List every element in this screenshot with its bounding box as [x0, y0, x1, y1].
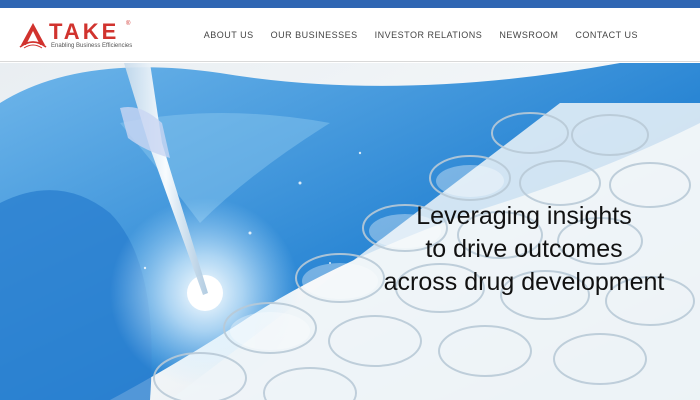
logo-wordmark: TAKE — [49, 19, 120, 44]
nav-newsroom[interactable]: NEWSROOM — [499, 30, 558, 40]
logo-tagline: Enabling Business Efficiencies — [51, 43, 133, 49]
nav-investor-relations[interactable]: INVESTOR RELATIONS — [375, 30, 483, 40]
nav-contact-us[interactable]: CONTACT US — [575, 30, 638, 40]
main-nav: ABOUT US OUR BUSINESSES INVESTOR RELATIO… — [204, 8, 638, 62]
site-header: TAKE ® Enabling Business Efficiencies AB… — [0, 8, 700, 62]
headline-line-1: Leveraging insights — [416, 202, 632, 230]
hero-headline: Leveraging insights to drive outcomes ac… — [364, 200, 684, 299]
nav-about-us[interactable]: ABOUT US — [204, 30, 254, 40]
nav-our-businesses[interactable]: OUR BUSINESSES — [271, 30, 358, 40]
logo-mark-icon — [19, 23, 47, 49]
headline-line-2: to drive outcomes — [425, 235, 623, 263]
registered-mark: ® — [126, 21, 131, 27]
top-accent-bar — [0, 0, 700, 8]
hero-banner: Leveraging insights to drive outcomes ac… — [0, 63, 700, 400]
take-logo[interactable]: TAKE ® Enabling Business Efficiencies — [18, 19, 138, 53]
headline-line-3: across drug development — [383, 268, 665, 296]
